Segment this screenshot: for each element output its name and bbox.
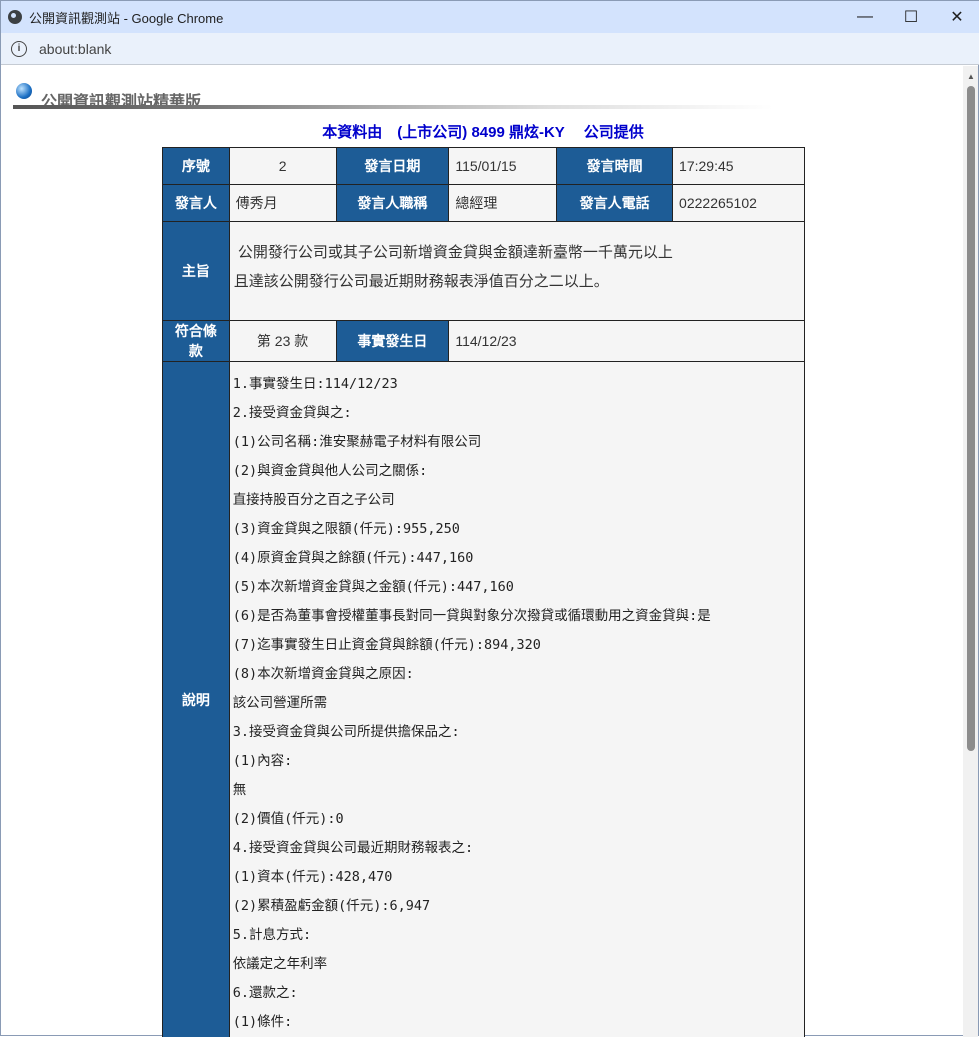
time-label: 發言時間 [557,148,673,185]
description-line: 直接持股百分之百之子公司 [233,486,801,515]
description-line: (1)內容: [233,747,801,776]
subject-line: 且達該公開發行公司最近期財務報表淨值百分之二以上。 [234,267,800,296]
vertical-scrollbar[interactable]: ▲ [963,66,978,1037]
url-text[interactable]: about:blank [39,41,111,57]
announcement-table: 序號 2 發言日期 115/01/15 發言時間 17:29:45 發言人 傅秀… [162,147,805,1037]
description-line: (3)資金貸與之限額(仟元):955,250 [233,515,801,544]
window-title: 公開資訊觀測站 - Google Chrome [29,8,223,27]
header-underline [13,105,773,109]
event-date-value: 114/12/23 [449,321,805,362]
description-line: (1)條件: [233,1008,801,1037]
description-label: 說明 [163,362,230,1037]
phone-label: 發言人電話 [557,185,673,222]
date-value: 115/01/15 [449,148,557,185]
description-line: 4.接受資金貸與公司最近期財務報表之: [233,834,801,863]
description-line: (6)是否為董事會授權董事長對同一貸與對象分次撥貸或循環動用之資金貸與:是 [233,602,801,631]
subject-line: 公開發行公司或其子公司新增資金貸與金額達新臺幣一千萬元以上 [234,238,800,267]
page-content: 公開資訊觀測站精華版 本資料由 (上市公司) 8499 鼎炫-KY 公司提供 序… [1,66,965,1037]
description-line: 5.計息方式: [233,921,801,950]
time-value: 17:29:45 [673,148,805,185]
globe-icon [8,10,22,24]
description-line: (1)資本(仟元):428,470 [233,863,801,892]
description-line: (4)原資金貸與之餘額(仟元):447,160 [233,544,801,573]
table-row: 序號 2 發言日期 115/01/15 發言時間 17:29:45 [163,148,805,185]
description-line: 6.還款之: [233,979,801,1008]
description-line: (1)公司名稱:淮安聚赫電子材料有限公司 [233,428,801,457]
phone-value: 0222265102 [673,185,805,222]
speaker-title-label: 發言人職稱 [336,185,449,222]
description-line: 1.事實發生日:114/12/23 [233,370,801,399]
seq-label: 序號 [163,148,230,185]
event-date-label: 事實發生日 [336,321,449,362]
seq-value: 2 [229,148,336,185]
description-line: 該公司營運所需 [233,689,801,718]
description-line: 依議定之年利率 [233,950,801,979]
description-line: (7)迄事實發生日止資金貸與餘額(仟元):894,320 [233,631,801,660]
table-row: 符合條款 第 23 款 事實發生日 114/12/23 [163,321,805,362]
provider-text: 本資料由 (上市公司) 8499 鼎炫-KY 公司提供 [1,121,965,142]
table-row: 說明 1.事實發生日:114/12/232.接受資金貸與之:(1)公司名稱:淮安… [163,362,805,1037]
maximize-button[interactable]: ☐ [888,1,934,33]
description-line: (5)本次新增資金貸與之金額(仟元):447,160 [233,573,801,602]
close-button[interactable]: ✕ [934,1,979,33]
table-row: 發言人 傅秀月 發言人職稱 總經理 發言人電話 0222265102 [163,185,805,222]
minimize-button[interactable]: — [842,1,888,33]
info-icon[interactable]: i [11,41,27,57]
speaker-value: 傅秀月 [229,185,336,222]
address-bar[interactable]: i about:blank [1,33,979,65]
globe-logo-icon [16,83,32,99]
description-line: 3.接受資金貸與公司所提供擔保品之: [233,718,801,747]
subject-label: 主旨 [163,222,230,321]
speaker-label: 發言人 [163,185,230,222]
description-line: 無 [233,776,801,805]
subject-value: 公開發行公司或其子公司新增資金貸與金額達新臺幣一千萬元以上 且達該公開發行公司最… [229,222,804,321]
table-row: 主旨 公開發行公司或其子公司新增資金貸與金額達新臺幣一千萬元以上 且達該公開發行… [163,222,805,321]
speaker-title-value: 總經理 [449,185,557,222]
title-bar: 公開資訊觀測站 - Google Chrome [1,1,979,33]
scroll-up-icon[interactable]: ▲ [967,72,975,81]
description-line: (2)累積盈虧金額(仟元):6,947 [233,892,801,921]
clause-value: 第 23 款 [229,321,336,362]
description-line: 2.接受資金貸與之: [233,399,801,428]
description-line: (8)本次新增資金貸與之原因: [233,660,801,689]
description-value: 1.事實發生日:114/12/232.接受資金貸與之:(1)公司名稱:淮安聚赫電… [229,362,804,1037]
scrollbar-thumb[interactable] [967,86,975,751]
description-line: (2)價值(仟元):0 [233,805,801,834]
description-line: (2)與資金貸與他人公司之關係: [233,457,801,486]
clause-label: 符合條款 [163,321,230,362]
date-label: 發言日期 [336,148,449,185]
